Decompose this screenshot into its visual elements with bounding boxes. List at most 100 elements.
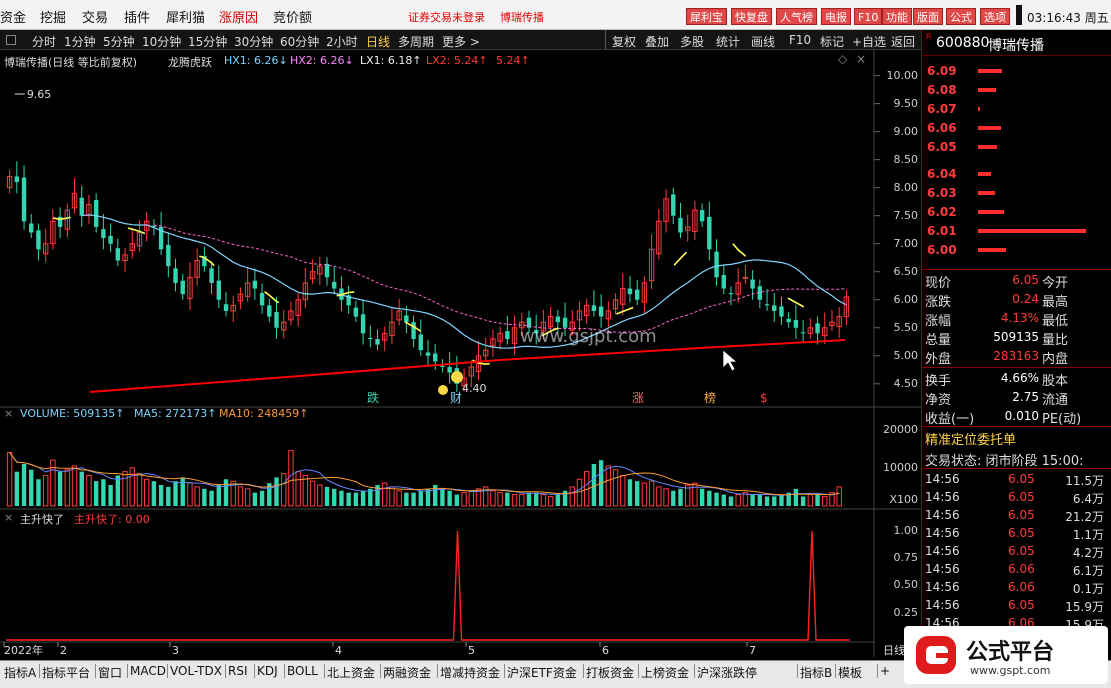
smiley-icon: [451, 371, 463, 383]
indicator-tab[interactable]: RSI: [228, 664, 248, 678]
volume-close-icon[interactable]: ×: [4, 407, 13, 420]
indicator-tab[interactable]: 沪深ETF资金: [507, 664, 577, 681]
order-book-bar: [978, 172, 991, 176]
tick-volume: 6.1万: [1072, 564, 1104, 578]
period-tab[interactable]: 15分钟: [188, 33, 227, 50]
period-tab[interactable]: 5分钟: [103, 33, 135, 50]
candle-body: [252, 280, 258, 289]
quote-value: 0.24: [1012, 292, 1039, 306]
candle-body: [108, 235, 113, 244]
event-marker: 财: [450, 391, 462, 405]
candle-body: [368, 337, 373, 339]
tick-volume: 11.5万: [1065, 474, 1104, 488]
candle-body: [721, 275, 726, 289]
f10-button[interactable]: F10: [854, 8, 883, 25]
indicator-tab[interactable]: 北上资金: [327, 664, 375, 681]
tab-separator: [504, 664, 505, 678]
stats-button[interactable]: 统计: [716, 33, 740, 50]
tab-separator: [225, 664, 226, 678]
stock-link[interactable]: 博瑞传播: [500, 9, 544, 25]
quote-label-right: 量比: [1042, 333, 1069, 348]
menu-item-mining[interactable]: 挖掘: [40, 7, 66, 26]
indicator-tab[interactable]: 沪深涨跌停: [697, 664, 757, 681]
f10-tool-button[interactable]: F10: [789, 33, 811, 47]
menu-item-plugins[interactable]: 插件: [124, 7, 150, 26]
indicator-tab[interactable]: 指标A: [4, 664, 36, 681]
menu-item-limit-reason[interactable]: 涨原因: [219, 7, 258, 26]
period-tab[interactable]: 分时: [32, 33, 56, 50]
indicator-tab[interactable]: 窗口: [98, 664, 122, 681]
quote-label-right: 股本: [1042, 374, 1069, 389]
zsk-value: 主升快了: 0.00: [74, 513, 150, 526]
mark-button[interactable]: 标记: [820, 33, 844, 50]
indicator-tab[interactable]: 上榜资金: [641, 664, 689, 681]
quick-review-button[interactable]: 快复盘: [731, 8, 772, 25]
function-button[interactable]: 功能: [882, 8, 912, 25]
precision-order-title[interactable]: 精准定位委托单: [925, 429, 1016, 448]
price-axis-label: 7.50: [893, 208, 919, 222]
rehab-button[interactable]: 复权: [612, 33, 636, 50]
collapse-icon[interactable]: [6, 35, 16, 45]
indicator-tab[interactable]: MACD: [130, 664, 166, 678]
price-axis-label: 9.50: [893, 96, 919, 110]
menu-item-xilimao[interactable]: 犀利猫: [166, 7, 205, 26]
indicator-tab[interactable]: 打板资金: [586, 664, 634, 681]
volume-bar: [671, 490, 676, 506]
smiley-icon: [438, 385, 448, 395]
candle-body: [728, 293, 734, 295]
indicator-tab[interactable]: +: [880, 664, 890, 678]
tab-separator: [127, 664, 128, 678]
volume-bar: [346, 492, 351, 506]
quote-value: 6.05: [1012, 273, 1039, 287]
login-warning[interactable]: 证券交易未登录: [408, 9, 485, 25]
add-watchlist-button[interactable]: +自选: [852, 33, 886, 50]
period-tab[interactable]: 多周期: [398, 33, 434, 50]
toggle-icon[interactable]: [1016, 5, 1022, 25]
menu-item-funds[interactable]: 资金: [0, 7, 26, 26]
menu-item-auction[interactable]: 竞价额: [273, 7, 312, 26]
period-tab[interactable]: 2小时: [326, 33, 358, 50]
indicator-tab[interactable]: BOLL: [287, 664, 318, 678]
overlay-button[interactable]: 叠加: [645, 33, 669, 50]
diamond-icon[interactable]: ◇: [838, 52, 847, 66]
draw-line-button[interactable]: 画线: [751, 33, 775, 50]
indicator-tab[interactable]: 两融资金: [383, 664, 431, 681]
candle-body: [353, 307, 359, 317]
panel-divider: [922, 367, 1111, 368]
indicator-tab[interactable]: 指标B: [800, 664, 832, 681]
back-button[interactable]: 返回: [891, 33, 915, 50]
event-marker: $: [760, 391, 768, 405]
indicator-tab[interactable]: 模板: [838, 664, 862, 681]
order-book-bar: [978, 69, 1002, 73]
period-tab[interactable]: 60分钟: [280, 33, 319, 50]
menu-item-trade[interactable]: 交易: [82, 7, 108, 26]
period-tab[interactable]: 30分钟: [234, 33, 273, 50]
tick-time: 14:56: [925, 508, 960, 522]
period-tab-daily[interactable]: 日线: [366, 33, 390, 50]
period-tab[interactable]: 1分钟: [64, 33, 96, 50]
close-icon[interactable]: ×: [856, 52, 866, 66]
period-tab[interactable]: 10分钟: [142, 33, 181, 50]
chart-area[interactable]: 9.65 4.40 跌 财 涨 榜 $ www.gsjpt.com 2022年 2 3 4 5 6 7 日线: [0, 50, 921, 660]
tick-price: 6.05: [1008, 472, 1035, 486]
indicator-tab[interactable]: VOL-TDX: [170, 664, 222, 678]
multi-stock-button[interactable]: 多股: [680, 33, 704, 50]
formula-button[interactable]: 公式: [946, 8, 976, 25]
zsk-close-icon[interactable]: ×: [4, 511, 13, 524]
volume-bar: [779, 494, 784, 506]
quote-label: 涨跌: [925, 295, 952, 310]
volume-bar: [223, 479, 229, 506]
xilibao-button[interactable]: 犀利宝: [686, 8, 727, 25]
popularity-button[interactable]: 人气榜: [776, 8, 817, 25]
candle-body: [101, 229, 106, 239]
indicator-tab[interactable]: 增减持资金: [440, 664, 500, 681]
volume-bar: [505, 492, 510, 506]
layout-button[interactable]: 版面: [913, 8, 943, 25]
more-periods-button[interactable]: 更多 >: [442, 33, 480, 50]
indicator-tab[interactable]: KDJ: [257, 664, 278, 678]
volume-bar: [418, 490, 423, 506]
options-button[interactable]: 选项: [980, 8, 1010, 25]
indicator-tab[interactable]: 指标平台: [42, 664, 90, 681]
telegraph-button[interactable]: 电报: [821, 8, 851, 25]
volume-bar: [115, 475, 121, 506]
